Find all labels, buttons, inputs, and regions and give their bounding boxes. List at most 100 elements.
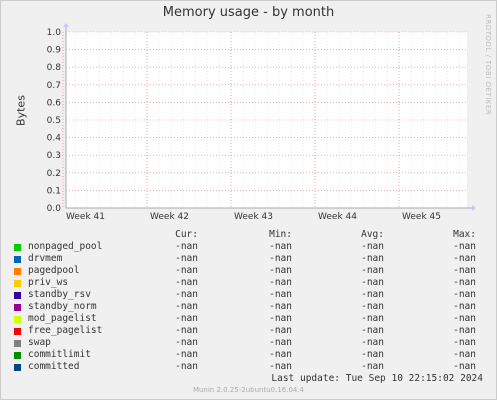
- x-tick-label: Week 44: [318, 212, 357, 222]
- legend-header: Cur: Min: Avg: Max:: [12, 229, 492, 241]
- legend-max-value: -nan: [453, 241, 476, 252]
- last-update: Last update: Tue Sep 10 22:15:02 2024: [271, 373, 483, 384]
- legend-avg-value: -nan: [361, 301, 384, 312]
- legend-series-name: commitlimit: [28, 349, 91, 360]
- y-tick-label: 0.9: [47, 46, 62, 56]
- legend-row: standby_norm -nan -nan -nan -nan: [12, 301, 492, 313]
- legend-min-value: -nan: [269, 265, 292, 276]
- header-avg: Avg:: [361, 229, 384, 240]
- legend-min-value: -nan: [269, 241, 292, 252]
- legend-series-name: standby_rsv: [28, 289, 91, 300]
- legend-cur-value: -nan: [175, 265, 198, 276]
- legend-swatch: [14, 280, 21, 287]
- legend-row: commitlimit -nan -nan -nan -nan: [12, 349, 492, 361]
- legend-series-name: priv_ws: [28, 277, 69, 288]
- legend-min-value: -nan: [269, 277, 292, 288]
- munin-version: Munin 2.0.25-2ubuntu0.16.04.4: [192, 386, 305, 394]
- legend-min-value: -nan: [269, 361, 292, 372]
- legend-max-value: -nan: [453, 253, 476, 264]
- x-tick-label: Week 42: [150, 212, 189, 222]
- legend-row: pagedpool -nan -nan -nan -nan: [12, 265, 492, 277]
- y-tick-label: 0.0: [47, 204, 62, 214]
- legend-row: committed -nan -nan -nan -nan: [12, 361, 492, 373]
- legend-cur-value: -nan: [175, 289, 198, 300]
- legend-swatch: [14, 244, 21, 251]
- legend-max-value: -nan: [453, 337, 476, 348]
- y-tick-label: 0.6: [47, 98, 62, 108]
- legend-min-value: -nan: [269, 325, 292, 336]
- y-tick-label: 0.5: [47, 116, 61, 126]
- x-tick-label: Week 45: [402, 212, 441, 222]
- legend-max-value: -nan: [453, 301, 476, 312]
- legend-cur-value: -nan: [175, 241, 198, 252]
- legend-series-name: standby_norm: [28, 301, 97, 312]
- y-tick-label: 0.7: [47, 81, 61, 91]
- legend-swatch: [14, 352, 21, 359]
- x-tick-label: Week 41: [66, 212, 105, 222]
- legend-min-value: -nan: [269, 301, 292, 312]
- legend-row: drvmem -nan -nan -nan -nan: [12, 253, 492, 265]
- chart-area: 0.0 0.1 0.2 0.3 0.4 0.5 0.6 0.7 0.8 0.9 1.0 Week 41…: [47, 23, 476, 222]
- y-tick-label: 0.8: [47, 63, 62, 73]
- legend-row: swap -nan -nan -nan -nan: [12, 337, 492, 349]
- legend-series-name: swap: [28, 337, 51, 348]
- legend-cur-value: -nan: [175, 301, 198, 312]
- legend-swatch: [14, 304, 21, 311]
- legend-swatch: [14, 316, 21, 323]
- header-min: Min:: [269, 229, 292, 240]
- legend-swatch: [14, 364, 21, 371]
- y-tick-label: 0.2: [47, 169, 61, 179]
- legend-avg-value: -nan: [361, 325, 384, 336]
- legend-max-value: -nan: [453, 265, 476, 276]
- legend-row: nonpaged_pool -nan -nan -nan -nan: [12, 241, 492, 253]
- legend-avg-value: -nan: [361, 289, 384, 300]
- legend-series-name: mod_pagelist: [28, 313, 97, 324]
- header-max: Max:: [453, 229, 476, 240]
- y-tick-label: 0.1: [47, 186, 61, 196]
- legend-avg-value: -nan: [361, 337, 384, 348]
- legend-min-value: -nan: [269, 337, 292, 348]
- legend-avg-value: -nan: [361, 313, 384, 324]
- legend-cur-value: -nan: [175, 349, 198, 360]
- legend-row: free_pagelist -nan -nan -nan -nan: [12, 325, 492, 337]
- legend-min-value: -nan: [269, 253, 292, 264]
- legend-avg-value: -nan: [361, 241, 384, 252]
- legend-max-value: -nan: [453, 325, 476, 336]
- legend-max-value: -nan: [453, 361, 476, 372]
- legend-table: Cur: Min: Avg: Max: nonpaged_pool -nan -na…: [12, 229, 492, 373]
- header-cur: Cur:: [175, 229, 198, 240]
- legend-swatch: [14, 268, 21, 275]
- legend-max-value: -nan: [453, 313, 476, 324]
- legend-cur-value: -nan: [175, 337, 198, 348]
- legend-swatch: [14, 340, 21, 347]
- legend-series-name: committed: [28, 361, 80, 372]
- legend-cur-value: -nan: [175, 253, 198, 264]
- legend-avg-value: -nan: [361, 361, 384, 372]
- legend-avg-value: -nan: [361, 253, 384, 264]
- legend-series-name: nonpaged_pool: [28, 241, 103, 252]
- legend-row: priv_ws -nan -nan -nan -nan: [12, 277, 492, 289]
- legend-series-name: drvmem: [28, 253, 63, 264]
- legend-avg-value: -nan: [361, 349, 384, 360]
- legend-max-value: -nan: [453, 289, 476, 300]
- y-tick-label: 1.0: [47, 28, 62, 38]
- y-tick-label: 0.4: [47, 134, 62, 144]
- legend-cur-value: -nan: [175, 277, 198, 288]
- legend-series-name: free_pagelist: [28, 325, 103, 336]
- legend-swatch: [14, 256, 21, 263]
- y-tick-label: 0.3: [47, 151, 61, 161]
- legend-max-value: -nan: [453, 277, 476, 288]
- legend-row: mod_pagelist -nan -nan -nan -nan: [12, 313, 492, 325]
- legend-cur-value: -nan: [175, 313, 198, 324]
- legend-cur-value: -nan: [175, 361, 198, 372]
- legend-min-value: -nan: [269, 349, 292, 360]
- legend-cur-value: -nan: [175, 325, 198, 336]
- x-axis-arrow: [472, 205, 476, 211]
- legend-avg-value: -nan: [361, 277, 384, 288]
- legend-swatch: [14, 328, 21, 335]
- legend-min-value: -nan: [269, 313, 292, 324]
- legend-avg-value: -nan: [361, 265, 384, 276]
- legend-swatch: [14, 292, 21, 299]
- legend-max-value: -nan: [453, 349, 476, 360]
- legend-row: standby_rsv -nan -nan -nan -nan: [12, 289, 492, 301]
